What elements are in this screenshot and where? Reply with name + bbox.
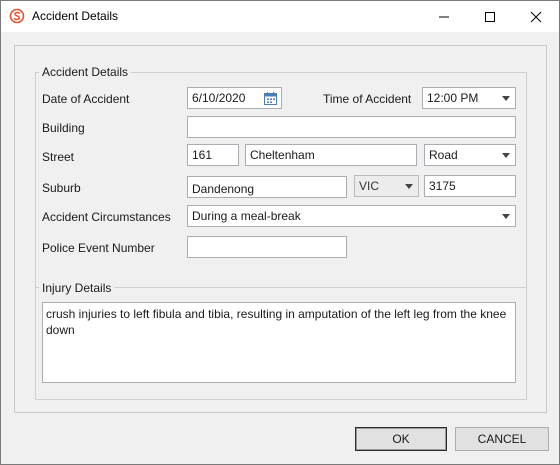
date-of-accident-value: 6/10/2020 [192, 91, 246, 105]
accident-circumstances-label: Accident Circumstances [42, 210, 171, 224]
street-name-input[interactable]: Cheltenham [245, 144, 417, 166]
cancel-button[interactable]: CANCEL [455, 427, 549, 451]
ok-button[interactable]: OK [355, 427, 447, 451]
street-label: Street [42, 150, 75, 164]
window-title: Accident Details [32, 9, 119, 23]
time-of-accident-label: Time of Accident [323, 92, 412, 106]
maximize-button[interactable] [467, 1, 513, 32]
postcode-input[interactable]: 3175 [424, 175, 516, 197]
minimize-button[interactable] [421, 1, 467, 32]
injury-details-textarea[interactable]: crush injuries to left fibula and tibia,… [42, 302, 516, 383]
time-of-accident-select[interactable]: 12:00 PM [422, 87, 516, 109]
street-type-value: Road [429, 148, 458, 162]
minimize-icon [439, 16, 449, 18]
injury-details-heading: Injury Details [39, 281, 115, 295]
close-icon [530, 11, 542, 23]
close-button[interactable] [513, 1, 559, 32]
suburb-input[interactable]: Dandenong [187, 176, 347, 198]
content-panel: Accident Details Date of Accident 6/10/2… [14, 45, 547, 413]
building-input[interactable] [187, 116, 516, 138]
state-value: VIC [359, 179, 380, 193]
calendar-icon[interactable] [263, 91, 278, 106]
street-type-select[interactable]: Road [424, 144, 516, 166]
date-of-accident-label: Date of Accident [42, 92, 130, 106]
suburb-label: Suburb [42, 181, 81, 195]
state-select[interactable]: VIC [354, 175, 419, 197]
maximize-icon [485, 12, 495, 22]
time-of-accident-value: 12:00 PM [427, 91, 479, 105]
accident-details-heading: Accident Details [39, 65, 132, 79]
chevron-down-icon [405, 184, 413, 189]
chevron-down-icon [502, 96, 510, 101]
street-number-input[interactable]: 161 [187, 144, 239, 166]
title-bar: Accident Details [1, 1, 559, 32]
app-logo-icon [9, 8, 25, 24]
accident-circumstances-select[interactable]: During a meal-break [187, 205, 516, 227]
chevron-down-icon [502, 153, 510, 158]
police-event-number-input[interactable] [187, 236, 347, 258]
chevron-down-icon [502, 214, 510, 219]
police-event-number-label: Police Event Number [42, 241, 155, 255]
building-label: Building [42, 121, 85, 135]
dialog-window: Accident Details Accident Details Date o… [0, 0, 560, 465]
accident-circumstances-value: During a meal-break [192, 209, 301, 223]
date-of-accident-picker[interactable]: 6/10/2020 [187, 87, 282, 109]
